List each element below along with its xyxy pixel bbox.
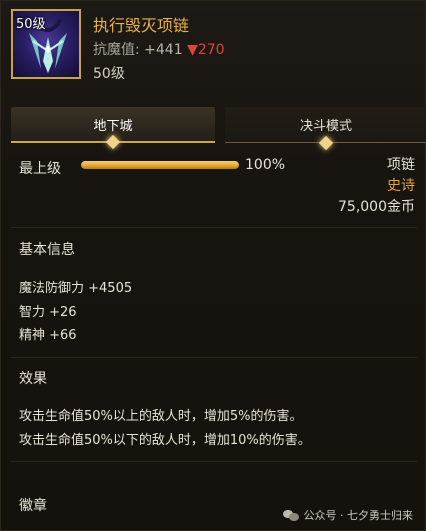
divider <box>11 227 417 228</box>
item-price: 75,000金币 <box>338 199 415 215</box>
upgrade-percent: 100% <box>245 157 286 173</box>
item-slot: 项链 <box>387 157 415 173</box>
upgrade-label: 最上级 <box>19 161 61 177</box>
stat-intelligence: 智力 +26 <box>19 305 77 320</box>
tab-duel-mode[interactable]: 决斗模式 <box>225 107 426 151</box>
item-level-badge: 50级 <box>16 17 46 32</box>
stat-magic-defense: 魔法防御力 +4505 <box>19 281 133 296</box>
mode-tabs: 地下城 决斗模式 <box>11 107 426 151</box>
tab-dungeon[interactable]: 地下城 <box>11 107 215 150</box>
basic-info-title: 基本信息 <box>19 242 75 258</box>
tab-duel-label: 决斗模式 <box>299 119 352 134</box>
magic-resist-line: 抗魔值: +441 ▼270 <box>93 39 225 59</box>
tab-indicator-icon <box>318 135 334 151</box>
upgrade-progress-fill <box>81 161 239 169</box>
tab-dungeon-label: 地下城 <box>93 118 133 134</box>
effect-line: 攻击生命值50%以上的敌人时，增加5%的伤害。 <box>19 409 303 424</box>
emblem-title: 徽章 <box>19 498 47 514</box>
resist-value: +441 <box>144 42 183 58</box>
item-tooltip-panel: 50级 执行毁灭项链 抗魔值: +441 ▼270 50级 地下城 决斗模式 最… <box>0 0 426 531</box>
level-requirement: 50级 <box>93 66 125 82</box>
watermark-text: 公众号 · 七夕勇士归来 <box>303 509 414 522</box>
item-rarity: 史诗 <box>387 178 415 194</box>
wechat-icon <box>282 509 299 522</box>
resist-decrease: ▼270 <box>187 42 225 58</box>
watermark: 公众号 · 七夕勇士归来 <box>282 507 414 523</box>
divider <box>11 461 417 462</box>
necklace-item-icon: 50级 <box>11 9 81 79</box>
stat-spirit: 精神 +66 <box>19 328 77 343</box>
item-name: 执行毁灭项链 <box>93 16 190 35</box>
effect-title: 效果 <box>19 371 47 387</box>
upgrade-progress-bar <box>81 161 239 169</box>
resist-label: 抗魔值: <box>93 42 140 58</box>
divider <box>11 357 417 358</box>
active-tab-indicator-icon <box>105 134 121 150</box>
effect-line: 攻击生命值50%以下的敌人时，增加10%的伤害。 <box>19 433 311 448</box>
